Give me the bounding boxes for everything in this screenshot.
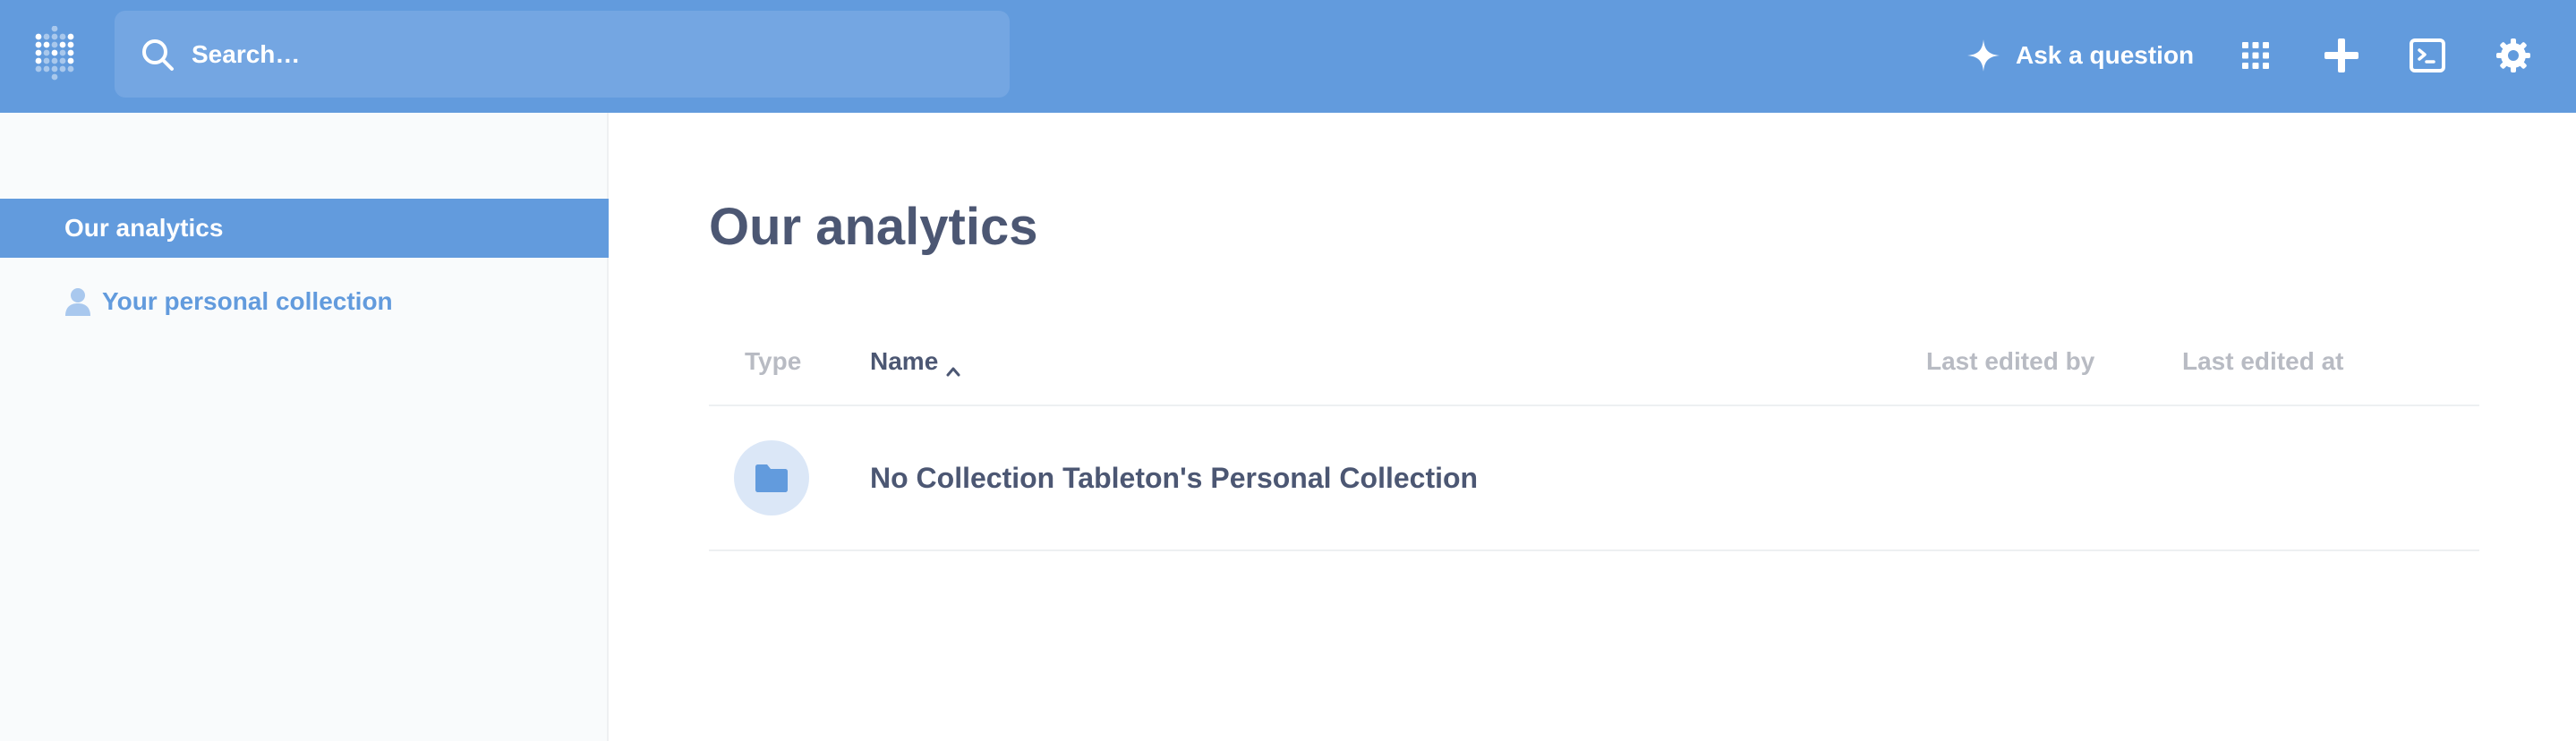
browse-data-grid-icon[interactable] [2234, 34, 2277, 77]
sparkle-icon [1966, 38, 2001, 73]
ask-a-question-label: Ask a question [2016, 41, 2195, 69]
column-header-name-label: Name [870, 347, 939, 375]
sql-terminal-icon[interactable] [2406, 34, 2449, 77]
column-header-last-edited-by[interactable]: Last edited by [1926, 347, 2094, 376]
sidebar-item-label: Your personal collection [102, 287, 393, 315]
metabase-logo-icon[interactable] [34, 25, 81, 85]
table-row[interactable]: No Collection Tableton's Personal Collec… [709, 406, 2479, 551]
person-icon [64, 286, 91, 317]
search-icon [140, 37, 175, 72]
collections-sidebar: Our analytics Your personal collection [0, 113, 609, 741]
table-header: Type Name Last edited by Last edited at [709, 328, 2479, 406]
plus-icon[interactable] [2320, 34, 2363, 77]
sidebar-item-personal-collection[interactable]: Your personal collection [0, 272, 609, 331]
folder-icon [734, 440, 809, 515]
top-nav-bar: Ask a question [0, 0, 2576, 113]
chevron-up-icon [945, 355, 961, 377]
row-name-link[interactable]: No Collection Tableton's Personal Collec… [870, 462, 1478, 495]
sidebar-item-our-analytics[interactable]: Our analytics [0, 199, 609, 258]
column-header-type[interactable]: Type [745, 347, 801, 376]
column-header-last-edited-at[interactable]: Last edited at [2182, 347, 2343, 376]
search-bar[interactable] [115, 11, 1010, 98]
search-input[interactable] [190, 27, 960, 81]
sidebar-item-label: Our analytics [64, 214, 224, 242]
ask-a-question-button[interactable]: Ask a question [1966, 30, 2194, 81]
column-header-name[interactable]: Name [870, 347, 961, 377]
main-content: Our analytics Type Name Last edited by L… [610, 113, 2576, 741]
page-title: Our analytics [709, 198, 1038, 256]
collection-items-table: Type Name Last edited by Last edited at … [709, 328, 2479, 551]
gear-icon[interactable] [2492, 34, 2535, 77]
